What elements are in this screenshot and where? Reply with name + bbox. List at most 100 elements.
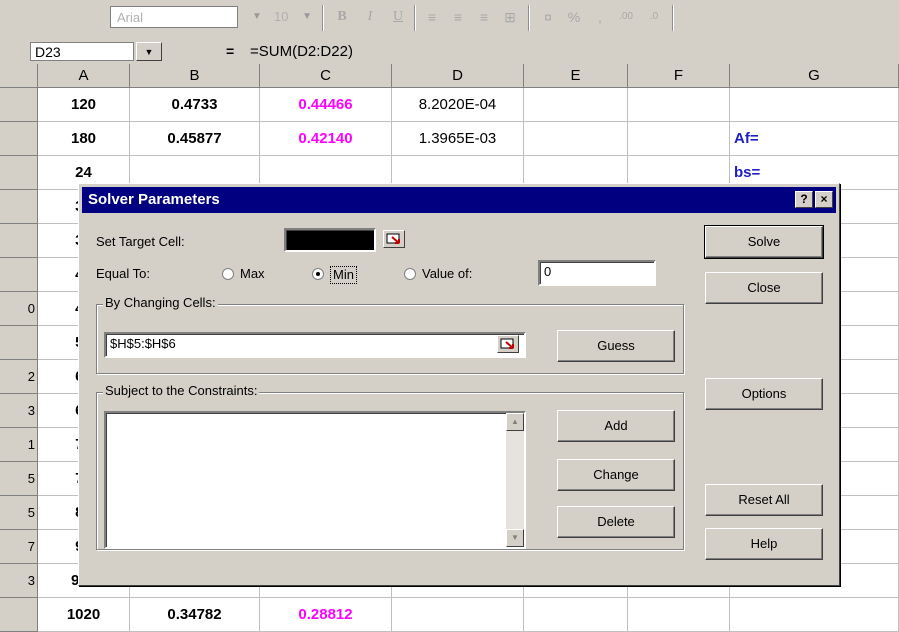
max-radio[interactable]: [222, 268, 234, 280]
row-header[interactable]: 7: [0, 530, 38, 564]
column-header-g[interactable]: G: [730, 64, 899, 88]
set-target-cell-label: Set Target Cell:: [96, 234, 185, 249]
row-header[interactable]: [0, 156, 38, 190]
row-header[interactable]: 5: [0, 462, 38, 496]
row-header[interactable]: 3: [0, 564, 38, 598]
options-button[interactable]: Options: [705, 378, 823, 410]
cell-g[interactable]: [730, 598, 899, 632]
set-target-cell-input[interactable]: [284, 228, 376, 252]
equal-to-label: Equal To:: [96, 266, 150, 281]
row-header[interactable]: [0, 258, 38, 292]
changing-cells-input[interactable]: $H$5:$H$6: [104, 332, 526, 358]
scroll-down-icon[interactable]: ▼: [506, 529, 524, 547]
column-header-b[interactable]: B: [130, 64, 260, 88]
min-label: Min: [330, 266, 357, 284]
cell-b[interactable]: 0.45877: [130, 122, 260, 156]
change-button[interactable]: Change: [557, 459, 675, 491]
collapse-dialog-icon[interactable]: [383, 230, 405, 248]
italic-button[interactable]: I: [358, 6, 382, 28]
cell-d[interactable]: 8.2020E-04: [392, 88, 524, 122]
constraints-list[interactable]: ▲ ▼: [104, 411, 526, 549]
value-of-label: Value of:: [422, 266, 473, 281]
solve-button[interactable]: Solve: [704, 225, 824, 259]
cell-d[interactable]: 1.3965E-03: [392, 122, 524, 156]
cell-f[interactable]: [628, 122, 730, 156]
row-header[interactable]: [0, 598, 38, 632]
row-header[interactable]: 3: [0, 394, 38, 428]
close-icon[interactable]: ×: [815, 191, 833, 208]
scroll-up-icon[interactable]: ▲: [506, 413, 524, 431]
row-header[interactable]: [0, 326, 38, 360]
cell-e[interactable]: [524, 598, 628, 632]
cell-f[interactable]: [628, 598, 730, 632]
decrease-decimal-button[interactable]: .0: [642, 6, 666, 28]
column-header-d[interactable]: D: [392, 64, 524, 88]
row-header[interactable]: 5: [0, 496, 38, 530]
cell-c[interactable]: 0.28812: [260, 598, 392, 632]
cell-c[interactable]: 0.44466: [260, 88, 392, 122]
edit-formula-button[interactable]: =: [226, 42, 234, 61]
bold-button[interactable]: B: [330, 6, 354, 28]
dialog-title-bar[interactable]: Solver Parameters ? ×: [82, 187, 836, 213]
dialog-title: Solver Parameters: [88, 191, 220, 208]
close-button[interactable]: Close: [705, 272, 823, 304]
collapse-dialog-icon[interactable]: [497, 335, 519, 353]
select-all-corner[interactable]: [0, 64, 38, 88]
cell-g[interactable]: [730, 88, 899, 122]
align-center-icon[interactable]: ≡: [446, 6, 470, 28]
row-header[interactable]: [0, 224, 38, 258]
name-box[interactable]: D23: [30, 42, 134, 61]
add-button[interactable]: Add: [557, 410, 675, 442]
cell-c[interactable]: 0.42140: [260, 122, 392, 156]
font-name-select[interactable]: Arial: [110, 6, 238, 28]
row-header[interactable]: [0, 122, 38, 156]
percent-button[interactable]: %: [562, 6, 586, 28]
row-header[interactable]: [0, 190, 38, 224]
cell-e[interactable]: [524, 122, 628, 156]
row-header[interactable]: [0, 88, 38, 122]
comma-style-button[interactable]: ,: [588, 6, 612, 28]
value-of-radio[interactable]: [404, 268, 416, 280]
changing-cells-label: By Changing Cells:: [103, 295, 218, 311]
toolbar-separator: [672, 5, 674, 31]
cell-a[interactable]: 180: [38, 122, 130, 156]
delete-button[interactable]: Delete: [557, 506, 675, 538]
row-header[interactable]: 0: [0, 292, 38, 326]
cell-g[interactable]: Af=: [730, 122, 899, 156]
cell-a[interactable]: 1020: [38, 598, 130, 632]
column-header-e[interactable]: E: [524, 64, 628, 88]
column-header-a[interactable]: A: [38, 64, 130, 88]
chevron-down-icon[interactable]: ▼: [136, 42, 162, 61]
constraints-scrollbar[interactable]: ▲ ▼: [506, 413, 524, 547]
cell-d[interactable]: [392, 598, 524, 632]
cell-e[interactable]: [524, 88, 628, 122]
chevron-down-icon: ▼: [302, 11, 312, 22]
toolbar-separator: [322, 5, 324, 31]
reset-all-button[interactable]: Reset All: [705, 484, 823, 516]
help-icon[interactable]: ?: [795, 191, 813, 208]
chevron-down-icon: ▼: [252, 11, 262, 22]
row-header[interactable]: 1: [0, 428, 38, 462]
formula-bar: D23 ▼ = =SUM(D2:D22): [0, 38, 899, 65]
value-of-input[interactable]: 0: [538, 260, 656, 286]
formula-input[interactable]: =SUM(D2:D22): [250, 42, 353, 61]
constraints-label: Subject to the Constraints:: [103, 383, 260, 399]
font-size-select[interactable]: ▼ 10 ▼: [246, 6, 314, 28]
increase-decimal-button[interactable]: .00: [614, 6, 638, 28]
cell-b[interactable]: 0.4733: [130, 88, 260, 122]
align-right-icon[interactable]: ≡: [472, 6, 496, 28]
min-radio[interactable]: [312, 268, 324, 280]
help-button[interactable]: Help: [705, 528, 823, 560]
row-header[interactable]: 2: [0, 360, 38, 394]
merge-center-icon[interactable]: ⊞: [498, 6, 522, 28]
cell-f[interactable]: [628, 88, 730, 122]
column-header-c[interactable]: C: [260, 64, 392, 88]
currency-icon[interactable]: ¤: [536, 6, 560, 28]
column-header-f[interactable]: F: [628, 64, 730, 88]
underline-button[interactable]: U: [386, 6, 410, 28]
cell-b[interactable]: 0.34782: [130, 598, 260, 632]
align-left-icon[interactable]: ≡: [420, 6, 444, 28]
cell-a[interactable]: 120: [38, 88, 130, 122]
max-label: Max: [240, 266, 265, 281]
guess-button[interactable]: Guess: [557, 330, 675, 362]
